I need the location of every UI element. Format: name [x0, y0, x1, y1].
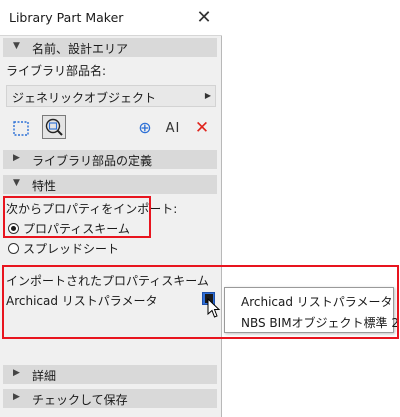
- section-details[interactable]: ▶ 詳細: [3, 365, 217, 384]
- section-check-save[interactable]: ▶ チェックして保存: [3, 389, 217, 408]
- highlight-import-options: [3, 196, 151, 238]
- delete-button[interactable]: ✕: [190, 117, 214, 141]
- text-style-button[interactable]: AI: [161, 118, 185, 142]
- chevron-down-icon: ▼: [13, 178, 20, 188]
- highlight-imported-scheme: [2, 265, 399, 339]
- section-label: チェックして保存: [32, 393, 128, 407]
- chevron-right-icon: ▶: [13, 153, 20, 163]
- section-property[interactable]: ▼ 特性: [3, 175, 217, 194]
- text-style-icon: AI: [165, 121, 181, 136]
- chevron-right-icon: ▶: [13, 392, 20, 402]
- part-name-label: ライブラリ部品名:: [6, 64, 107, 78]
- chevron-down-icon: ▼: [13, 41, 20, 51]
- zoom-tool-button[interactable]: [42, 115, 66, 139]
- part-name-value: ジェネリックオブジェクト: [12, 91, 157, 105]
- zoom-tool-icon: [45, 118, 63, 136]
- part-name-dropdown[interactable]: ジェネリックオブジェクト ▶: [6, 85, 216, 107]
- radio-label-spreadsheet[interactable]: スプレッドシート: [23, 240, 119, 257]
- frame-tool-icon: [13, 121, 29, 136]
- section-label: 名前、設計エリア: [32, 42, 129, 56]
- window-title: Library Part Maker: [9, 10, 124, 25]
- frame-tool-button[interactable]: [9, 116, 33, 140]
- section-label: 詳細: [32, 369, 57, 383]
- delete-icon: ✕: [194, 118, 210, 138]
- radio-spreadsheet[interactable]: [8, 243, 19, 254]
- section-label: ライブラリ部品の定義: [32, 154, 153, 168]
- add-icon: ⊕: [138, 118, 152, 137]
- section-part-definition[interactable]: ▶ ライブラリ部品の定義: [3, 150, 217, 169]
- close-button[interactable]: ✕: [192, 6, 216, 30]
- section-name-design-area[interactable]: ▼ 名前、設計エリア: [3, 38, 217, 57]
- section-label: 特性: [32, 179, 57, 193]
- title-bar: Library Part Maker ✕: [0, 0, 222, 36]
- caret-right-icon: ▶: [204, 91, 211, 100]
- add-button[interactable]: ⊕: [133, 118, 157, 142]
- chevron-right-icon: ▶: [13, 368, 20, 378]
